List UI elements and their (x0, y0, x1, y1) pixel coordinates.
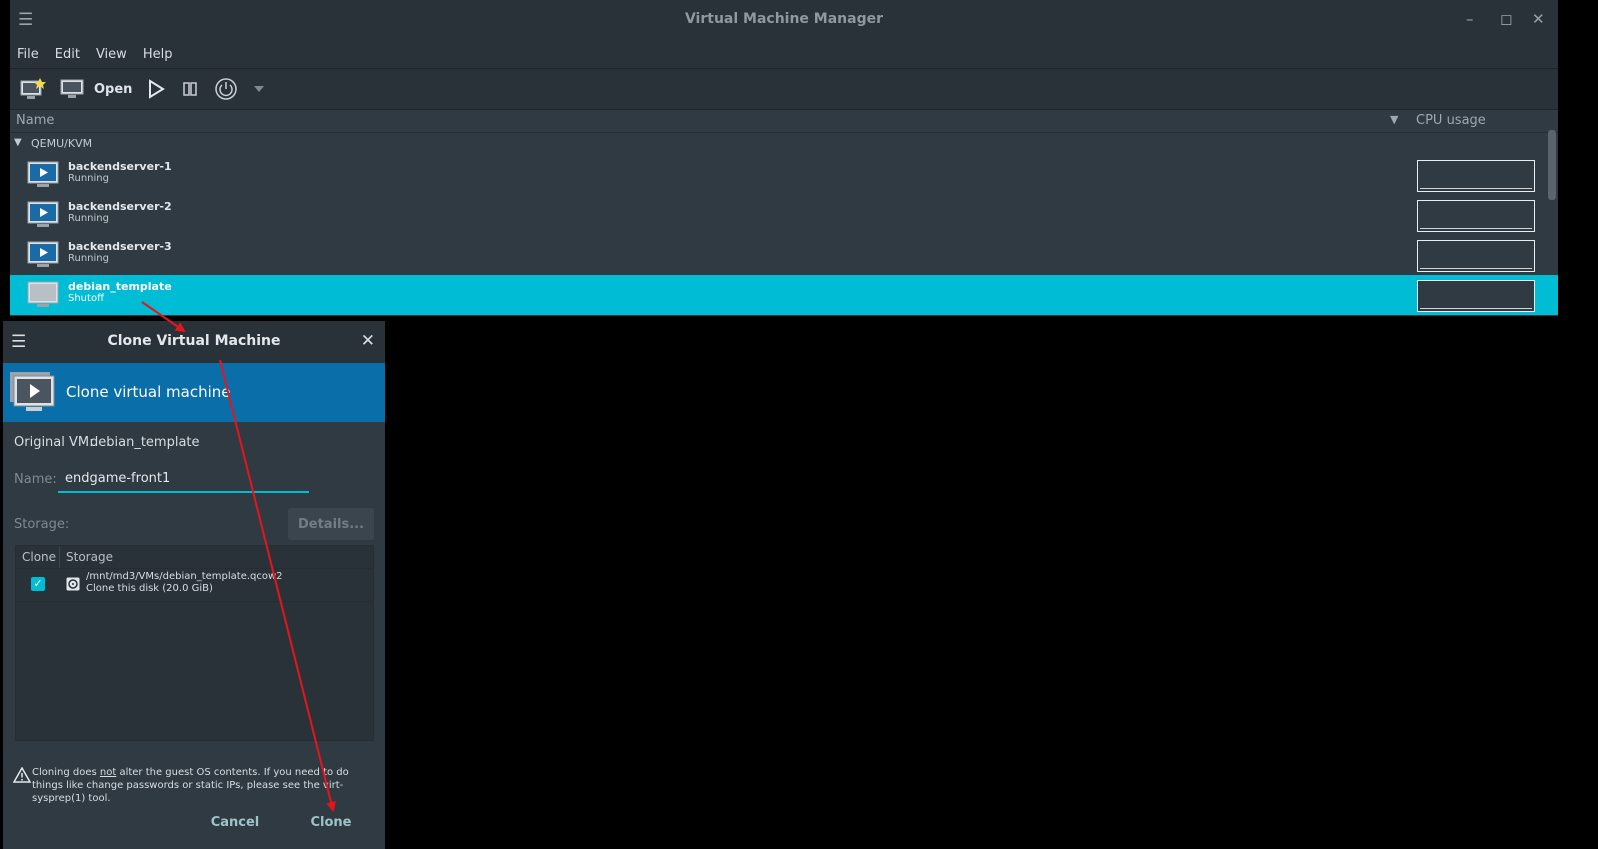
chevron-down-icon (254, 86, 265, 92)
details-button[interactable]: Details... (288, 508, 374, 540)
cpu-usage-graph (1417, 280, 1535, 312)
column-name-header[interactable]: Name (16, 113, 54, 128)
connection-group[interactable]: ▼ QEMU/KVM (10, 133, 1558, 155)
warning-text: Cloning does not alter the guest OS cont… (32, 766, 382, 805)
clone-dialog: ☰ Clone Virtual Machine ✕ Clone virtual … (3, 321, 385, 849)
monitor-icon (60, 79, 84, 98)
dialog-title: Clone Virtual Machine (107, 333, 281, 349)
vm-name: backendserver-1 (68, 160, 172, 173)
list-scrollbar[interactable] (1548, 130, 1556, 200)
pause-icon (183, 82, 198, 96)
disk-path: /mnt/md3/VMs/debian_template.qcow2 (86, 571, 283, 582)
main-titlebar: ☰ Virtual Machine Manager – ◻ ✕ (10, 0, 1558, 40)
cpu-usage-graph (1417, 200, 1535, 232)
new-vm-icon (20, 78, 46, 99)
vm-row-selected[interactable]: debian_template Shutoff (10, 275, 1558, 315)
pause-button[interactable] (180, 79, 200, 99)
dialog-close-icon[interactable]: ✕ (361, 331, 375, 351)
column-clone-header: Clone (22, 550, 57, 564)
run-button[interactable] (146, 79, 166, 99)
vm-name: debian_template (68, 280, 172, 293)
minimize-icon[interactable]: – (1466, 10, 1474, 28)
menu-view[interactable]: View (96, 47, 127, 62)
column-cpu-header[interactable]: CPU usage (1416, 113, 1486, 128)
dialog-banner: Clone virtual machine (3, 363, 385, 422)
list-header: Name ▼ CPU usage (10, 110, 1558, 133)
banner-title: Clone virtual machine (66, 383, 231, 401)
menu-help[interactable]: Help (143, 47, 173, 62)
clone-disk-checkbox[interactable]: ✓ (31, 577, 45, 591)
name-input[interactable] (58, 466, 309, 493)
menu-file[interactable]: File (17, 47, 39, 62)
vm-status: Running (68, 253, 109, 264)
main-window: ☰ Virtual Machine Manager – ◻ ✕ File Edi… (10, 0, 1558, 316)
vm-name: backendserver-2 (68, 200, 172, 213)
sort-arrow-icon[interactable]: ▼ (1390, 113, 1398, 126)
vm-status: Running (68, 173, 109, 184)
vm-running-icon (27, 201, 59, 227)
column-separator (59, 546, 60, 568)
open-button[interactable]: Open (60, 78, 132, 100)
maximize-icon[interactable]: ◻ (1500, 10, 1512, 28)
original-vm-value: debian_template (90, 435, 200, 450)
power-icon (215, 78, 238, 100)
vm-row[interactable]: backendserver-1 Running (10, 155, 1558, 195)
cancel-button[interactable]: Cancel (193, 809, 277, 835)
new-vm-button[interactable] (20, 77, 46, 101)
vm-status: Shutoff (68, 293, 104, 304)
column-storage-header: Storage (66, 550, 113, 564)
original-vm-label: Original VM: (14, 435, 94, 450)
clone-button[interactable]: Clone (289, 809, 373, 835)
menu-bar: File Edit View Help (10, 40, 1558, 69)
disk-icon (65, 576, 81, 592)
play-icon (149, 79, 166, 99)
shutdown-button[interactable] (214, 77, 238, 101)
warning-icon (13, 767, 31, 783)
close-icon[interactable]: ✕ (1532, 10, 1545, 28)
vm-running-icon (27, 161, 59, 187)
vm-row[interactable]: backendserver-2 Running (10, 195, 1558, 235)
window-title: Virtual Machine Manager (684, 11, 884, 27)
menu-edit[interactable]: Edit (55, 47, 80, 62)
vm-running-icon (27, 241, 59, 267)
disk-note: Clone this disk (20.0 GiB) (86, 583, 213, 594)
vm-name: backendserver-3 (68, 240, 172, 253)
shutdown-dropdown[interactable] (252, 84, 266, 94)
storage-table-header: Clone Storage (16, 546, 373, 569)
vm-status: Running (68, 213, 109, 224)
dialog-titlebar: ☰ Clone Virtual Machine ✕ (3, 321, 385, 363)
toolbar: Open (10, 69, 1558, 110)
warning-text-pre: Cloning does (32, 767, 100, 778)
expander-icon[interactable]: ▼ (14, 137, 22, 148)
cpu-usage-graph (1417, 240, 1535, 272)
cpu-usage-graph (1417, 160, 1535, 192)
storage-table: Clone Storage ✓ /mnt/md3/VMs/debian_temp… (15, 545, 374, 741)
vm-shutoff-icon (27, 281, 59, 307)
connection-label: QEMU/KVM (31, 137, 93, 150)
warning-text-emphasis: not (99, 767, 117, 778)
open-label: Open (94, 81, 133, 97)
clone-vm-icon (10, 372, 55, 411)
name-label: Name: (14, 472, 57, 487)
vm-row[interactable]: backendserver-3 Running (10, 235, 1558, 275)
table-row[interactable]: ✓ /mnt/md3/VMs/debian_template.qcow2 Clo… (16, 569, 373, 602)
storage-label: Storage: (14, 517, 70, 532)
